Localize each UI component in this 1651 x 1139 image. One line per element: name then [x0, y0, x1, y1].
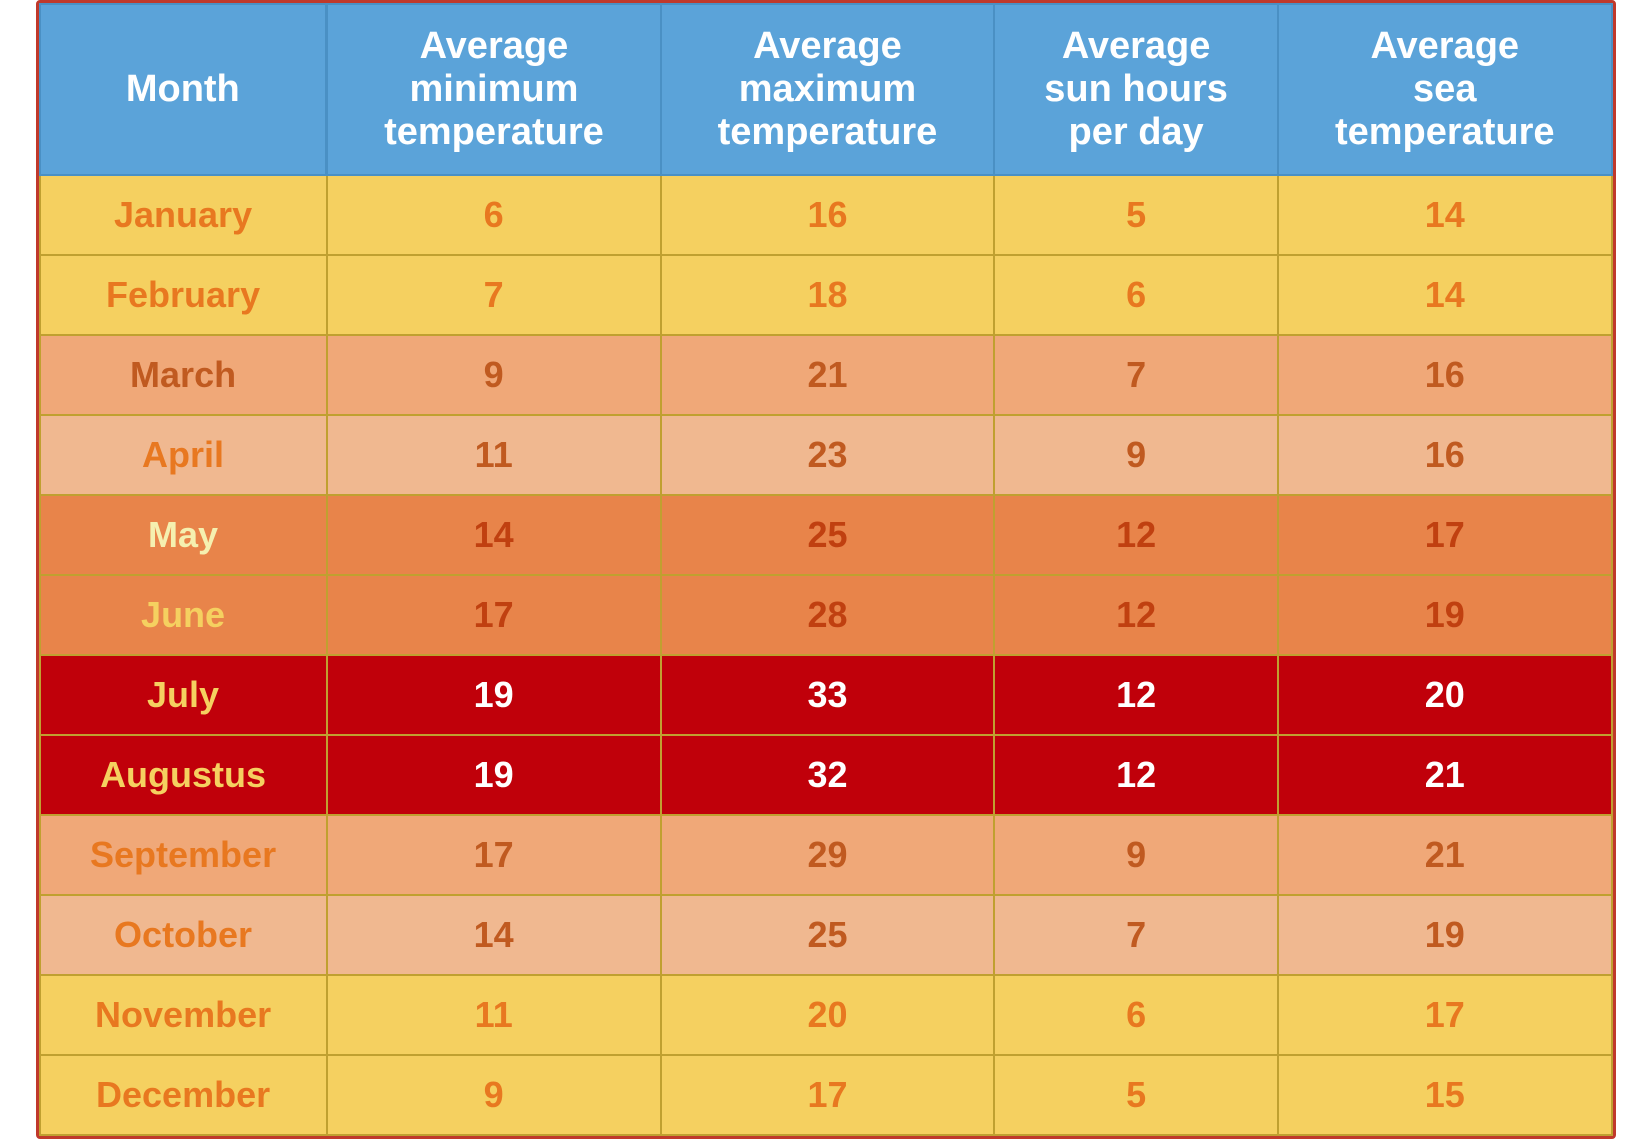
sun-value: 5: [994, 1055, 1278, 1135]
sun-value: 7: [994, 895, 1278, 975]
month-cell: January: [40, 175, 327, 255]
sun-value: 9: [994, 415, 1278, 495]
min-value: 7: [327, 255, 661, 335]
sea-value: 17: [1278, 495, 1611, 575]
sun-value: 5: [994, 175, 1278, 255]
max-value: 23: [661, 415, 994, 495]
sun-value: 7: [994, 335, 1278, 415]
min-value: 11: [327, 415, 661, 495]
header-avg-min: Average minimum temperature: [327, 4, 661, 175]
table-row: December917515: [40, 1055, 1612, 1135]
min-value: 14: [327, 895, 661, 975]
sun-value: 12: [994, 495, 1278, 575]
max-value: 25: [661, 495, 994, 575]
min-value: 17: [327, 815, 661, 895]
sea-value: 20: [1278, 655, 1611, 735]
header-sea-temp: Average sea temperature: [1278, 4, 1611, 175]
min-value: 9: [327, 1055, 661, 1135]
max-value: 17: [661, 1055, 994, 1135]
max-value: 18: [661, 255, 994, 335]
max-value: 33: [661, 655, 994, 735]
min-value: 6: [327, 175, 661, 255]
sea-value: 19: [1278, 895, 1611, 975]
month-cell: Augustus: [40, 735, 327, 815]
max-value: 29: [661, 815, 994, 895]
sea-value: 21: [1278, 815, 1611, 895]
sun-value: 12: [994, 575, 1278, 655]
header-avg-max: Average maximum temperature: [661, 4, 994, 175]
sea-value: 14: [1278, 255, 1611, 335]
sea-value: 16: [1278, 335, 1611, 415]
sun-value: 12: [994, 655, 1278, 735]
month-cell: February: [40, 255, 327, 335]
table-row: February718614: [40, 255, 1612, 335]
header-month: Month: [40, 4, 327, 175]
max-value: 28: [661, 575, 994, 655]
sun-value: 6: [994, 975, 1278, 1055]
month-cell: September: [40, 815, 327, 895]
table-row: Augustus19321221: [40, 735, 1612, 815]
month-cell: May: [40, 495, 327, 575]
month-cell: December: [40, 1055, 327, 1135]
table-row: March921716: [40, 335, 1612, 415]
sun-value: 6: [994, 255, 1278, 335]
max-value: 25: [661, 895, 994, 975]
table-row: June17281219: [40, 575, 1612, 655]
table-row: July19331220: [40, 655, 1612, 735]
min-value: 11: [327, 975, 661, 1055]
table-row: January616514: [40, 175, 1612, 255]
sea-value: 16: [1278, 415, 1611, 495]
min-value: 19: [327, 655, 661, 735]
month-cell: March: [40, 335, 327, 415]
month-cell: April: [40, 415, 327, 495]
month-cell: November: [40, 975, 327, 1055]
min-value: 17: [327, 575, 661, 655]
table-row: April1123916: [40, 415, 1612, 495]
table-row: May14251217: [40, 495, 1612, 575]
sea-value: 15: [1278, 1055, 1611, 1135]
month-cell: July: [40, 655, 327, 735]
month-cell: October: [40, 895, 327, 975]
max-value: 16: [661, 175, 994, 255]
sea-value: 17: [1278, 975, 1611, 1055]
max-value: 32: [661, 735, 994, 815]
sea-value: 14: [1278, 175, 1611, 255]
max-value: 21: [661, 335, 994, 415]
min-value: 9: [327, 335, 661, 415]
sun-value: 9: [994, 815, 1278, 895]
month-cell: June: [40, 575, 327, 655]
max-value: 20: [661, 975, 994, 1055]
sea-value: 21: [1278, 735, 1611, 815]
min-value: 14: [327, 495, 661, 575]
min-value: 19: [327, 735, 661, 815]
climate-table: Month Average minimum temperature Averag…: [36, 0, 1616, 1139]
sun-value: 12: [994, 735, 1278, 815]
sea-value: 19: [1278, 575, 1611, 655]
table-row: October1425719: [40, 895, 1612, 975]
table-row: September1729921: [40, 815, 1612, 895]
table-row: November1120617: [40, 975, 1612, 1055]
header-sun-hours: Average sun hours per day: [994, 4, 1278, 175]
